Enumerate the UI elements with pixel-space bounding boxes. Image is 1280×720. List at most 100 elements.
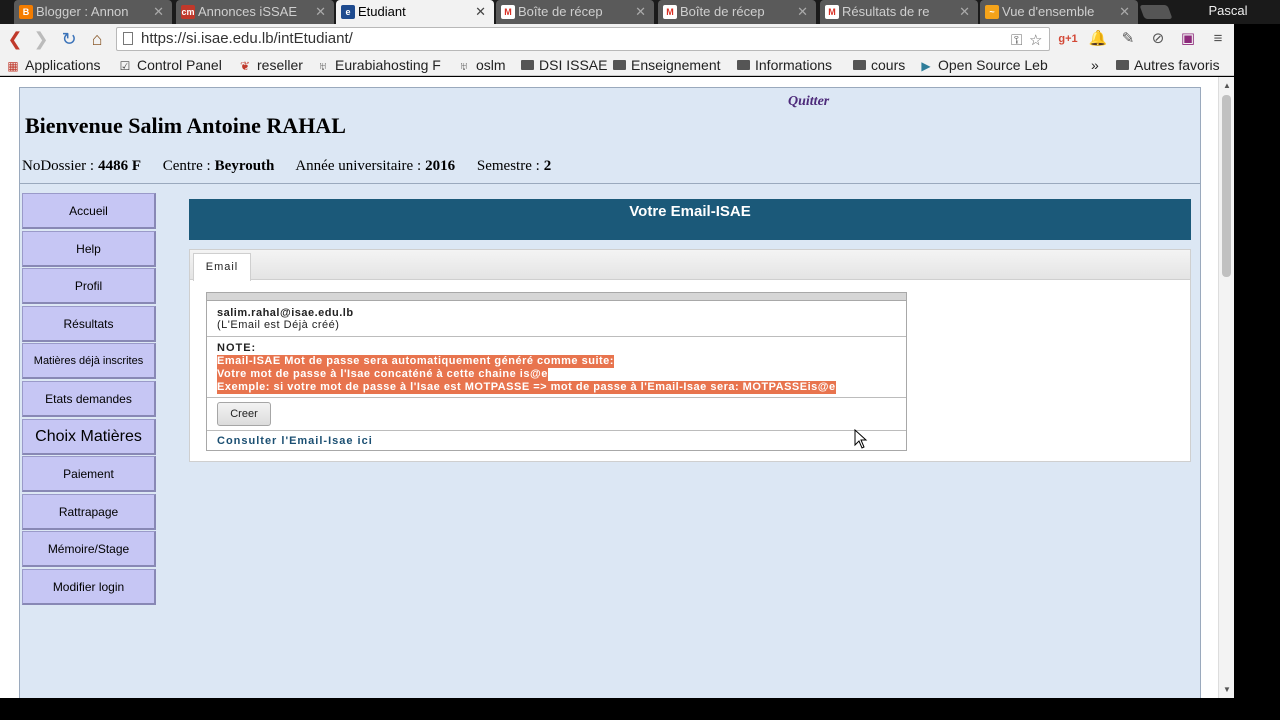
close-tab-icon[interactable]: ✕ [797,0,808,24]
quit-link[interactable]: Quitter [788,94,829,110]
blogger-favicon-icon: B [19,5,33,19]
semestre-label: Semestre : [476,158,540,174]
folder-icon [521,60,534,70]
gmail-favicon-icon: M [825,5,839,19]
browser-tab[interactable]: B Blogger : Annon ✕ [14,0,172,24]
forward-icon[interactable]: ❯ [30,28,52,50]
note-line: Exemple: si votre mot de passe à l'Isae … [217,381,836,394]
extension-circle-icon[interactable]: ⊘ [1148,29,1168,49]
bookmark-informations[interactable]: Informations [737,56,832,74]
reload-icon[interactable]: ↻ [58,28,80,50]
sidebar-item-resultats[interactable]: Résultats [22,305,156,342]
google-plus-icon[interactable]: g+1 [1058,29,1078,49]
browser-tab[interactable]: M Boîte de récep ✕ [496,0,654,24]
control-panel-icon: ☑ [119,59,131,73]
gmail-favicon-icon: M [663,5,677,19]
annee-value: 2016 [425,158,456,174]
sidebar-item-profil[interactable]: Profil [22,268,156,305]
edit-extension-icon[interactable]: ✎ [1118,29,1138,49]
browser-tab[interactable]: cm Annonces iSSAE ✕ [176,0,334,24]
window-bottom-edge [0,698,1280,720]
sidebar-item-choix-matieres[interactable]: Choix Matières [22,418,156,455]
new-tab-button[interactable] [1139,5,1173,19]
note-line: Votre mot de passe à l'Isae concaténé à … [217,368,548,381]
page-icon [123,32,133,45]
browser-tab-strip: B Blogger : Annon ✕ cm Annonces iSSAE ✕ … [0,0,1280,24]
annee-label: Année universitaire : [295,158,422,174]
bookmark-star-icon[interactable]: ☆ [1029,30,1042,52]
folder-icon [1116,60,1129,70]
email-panel: Email salim.rahal@isae.edu.lb (L'Email e… [189,249,1191,462]
panel-tabs: Email [190,250,1190,281]
scroll-up-icon[interactable]: ▲ [1223,81,1231,90]
email-address: salim.rahal@isae.edu.lb [217,307,354,319]
consult-email-link[interactable]: Consulter l'Email-Isae ici [217,435,373,447]
back-icon[interactable]: ❮ [4,28,26,50]
sidebar-item-help[interactable]: Help [22,230,156,267]
vertical-scrollbar[interactable]: ▲ ▼ [1218,77,1234,698]
url-text: https://si.isae.edu.lb/intEtudiant/ [141,30,353,47]
bookmark-reseller[interactable]: ❦ reseller [238,56,303,74]
sidebar-nav: Accueil Help Profil Résultats Matières d… [22,193,156,607]
action-row: Creer [207,398,906,431]
header-divider [20,183,1200,184]
create-button[interactable]: Creer [217,402,271,426]
page-title: Bienvenue Salim Antoine RAHAL [25,113,346,138]
browser-tab[interactable]: M Résultats de re ✕ [820,0,978,24]
semestre-value: 2 [543,158,552,174]
scroll-down-icon[interactable]: ▼ [1223,685,1231,694]
gmail-favicon-icon: M [501,5,515,19]
centre-label: Centre : [162,158,211,174]
student-info-bar: NoDossier :4486 F Centre : Beyrouth Année… [22,158,569,175]
play-icon: ▶ [921,59,931,73]
section-banner: Votre Email-ISAE [189,199,1191,240]
tab-email[interactable]: Email [193,253,251,281]
sidebar-item-paiement[interactable]: Paiement [22,456,156,493]
close-tab-icon[interactable]: ✕ [475,0,486,24]
analytics-favicon-icon: ~ [985,5,999,19]
close-tab-icon[interactable]: ✕ [635,0,646,24]
bookmark-dsi-issae[interactable]: DSI ISSAE [521,56,607,74]
bookmark-open-source-leb[interactable]: ▶ Open Source Leb [919,56,1047,74]
bookmark-oslm[interactable]: ♅ oslm [457,56,506,74]
window-edge [1234,24,1280,698]
sidebar-item-matieres-inscrites[interactable]: Matières déjà inscrites [22,343,156,380]
mouse-cursor-icon [854,429,868,449]
cm-favicon-icon: cm [181,5,195,19]
home-icon[interactable]: ⌂ [86,28,108,50]
isae-favicon-icon: e [341,5,355,19]
sidebar-item-modifier-login[interactable]: Modifier login [22,568,156,605]
bookmarks-overflow-button[interactable]: » [1091,56,1099,74]
menu-hamburger-icon[interactable]: ≡ [1208,29,1228,49]
close-tab-icon[interactable]: ✕ [1119,0,1130,24]
sidebar-item-accueil[interactable]: Accueil [22,193,156,229]
browser-tab[interactable]: M Boîte de récep ✕ [658,0,816,24]
browser-tab-active[interactable]: e Etudiant ✕ [336,0,494,24]
folder-icon [853,60,866,70]
hosting-icon: ♅ [459,59,469,73]
sidebar-item-rattrapage[interactable]: Rattrapage [22,493,156,530]
bookmark-enseignement[interactable]: Enseignement [613,56,721,74]
close-tab-icon[interactable]: ✕ [153,0,164,24]
bookmark-cours[interactable]: cours [853,56,905,74]
bookmark-control-panel[interactable]: ☑ Control Panel [118,56,222,74]
bookmark-applications[interactable]: ▦ Applications [6,56,100,74]
bookmark-eurabiahosting[interactable]: ♅ Eurabiahosting F [316,56,441,74]
reseller-icon: ❦ [239,59,251,73]
bookmark-other-favorites[interactable]: Autres favoris [1116,56,1220,74]
sidebar-item-memoire-stage[interactable]: Mémoire/Stage [22,531,156,568]
profile-name[interactable]: Pascal [1176,0,1280,24]
folder-icon [737,60,750,70]
notifications-bell-icon[interactable]: 🔔 [1088,29,1108,49]
key-icon[interactable]: ⚿ [1011,30,1022,52]
scrollbar-thumb[interactable] [1222,95,1231,277]
email-table: salim.rahal@isae.edu.lb (L'Email est Déj… [206,292,907,451]
browser-tab[interactable]: ~ Vue d'ensemble ✕ [980,0,1138,24]
close-tab-icon[interactable]: ✕ [959,0,970,24]
close-tab-icon[interactable]: ✕ [315,0,326,24]
sidebar-item-etats-demandes[interactable]: Etats demandes [22,380,156,417]
note-label: NOTE: [217,342,257,354]
address-bar[interactable]: https://si.isae.edu.lb/intEtudiant/ ⚿ ☆ [116,27,1050,51]
extension-purple-icon[interactable]: ▣ [1178,29,1198,49]
student-portal: Quitter Bienvenue Salim Antoine RAHAL No… [19,87,1201,698]
